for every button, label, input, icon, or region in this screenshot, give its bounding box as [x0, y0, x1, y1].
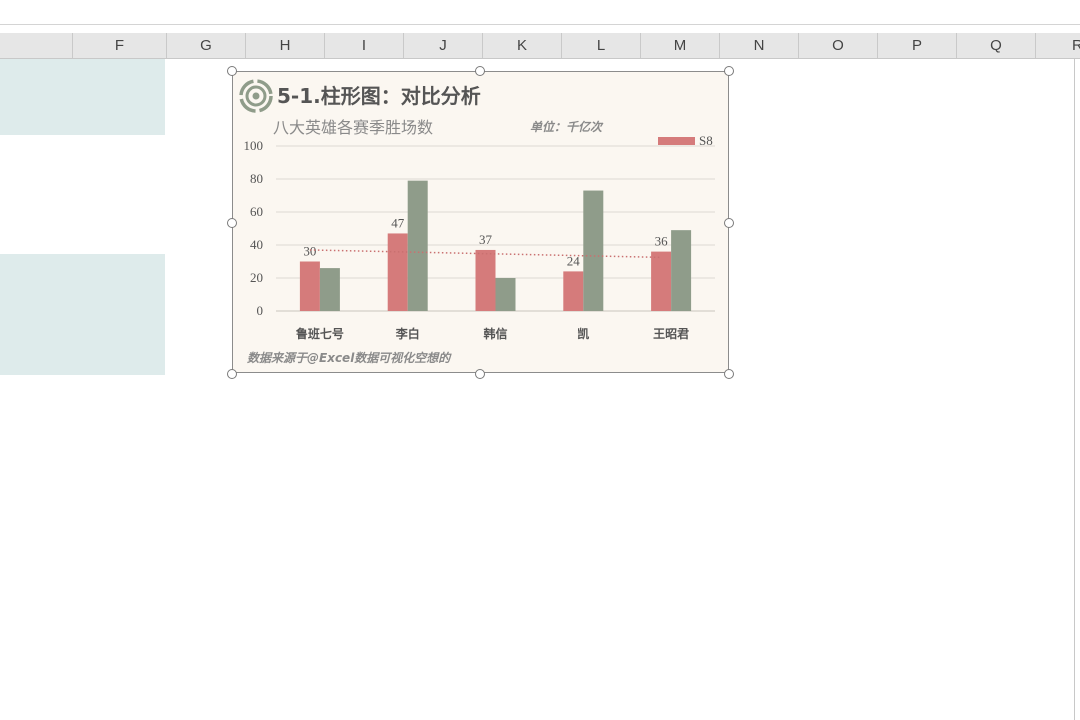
y-tick-label: 0	[257, 303, 264, 318]
resize-handle-top-left[interactable]	[227, 66, 237, 76]
data-label: 36	[655, 234, 669, 249]
column-header-row: F G H I J K L M N O P Q R	[0, 33, 1080, 59]
resize-handle-bottom-middle[interactable]	[475, 369, 485, 379]
y-tick-label: 100	[244, 138, 264, 153]
y-tick-label: 40	[250, 237, 263, 252]
bar-series-1[interactable]	[651, 251, 672, 311]
column-header-f[interactable]: F	[72, 33, 166, 58]
bar-series-1[interactable]	[475, 249, 496, 311]
column-header-m[interactable]: M	[640, 33, 719, 58]
resize-handle-top-middle[interactable]	[475, 66, 485, 76]
column-header-r[interactable]: R	[1035, 33, 1080, 58]
column-header-j[interactable]: J	[403, 33, 482, 58]
column-header-n[interactable]: N	[719, 33, 798, 58]
bar-series-2[interactable]	[407, 180, 428, 311]
resize-handle-bottom-right[interactable]	[724, 369, 734, 379]
bar-series-2[interactable]	[319, 268, 340, 311]
x-tick-label: 李白	[395, 326, 420, 341]
plot-area[interactable]: 020406080100鲁班七号30李白47韩信37凯24王昭君36	[233, 72, 728, 372]
resize-handle-bottom-left[interactable]	[227, 369, 237, 379]
bar-series-1[interactable]	[299, 261, 320, 312]
y-tick-label: 60	[250, 204, 263, 219]
column-header-q[interactable]: Q	[956, 33, 1035, 58]
bar-series-2[interactable]	[495, 278, 516, 311]
data-source-note: 数据来源于@Excel数据可视化空想的	[247, 351, 451, 365]
x-tick-label: 凯	[577, 326, 589, 341]
data-label: 30	[303, 244, 316, 259]
formula-bar-area	[0, 0, 1080, 25]
column-header-p[interactable]: P	[877, 33, 956, 58]
column-header-o[interactable]: O	[798, 33, 877, 58]
column-header-blank[interactable]	[0, 33, 72, 58]
x-tick-label: 韩信	[483, 326, 507, 341]
data-label: 37	[479, 232, 493, 247]
bar-series-1[interactable]	[387, 233, 408, 311]
resize-handle-middle-right[interactable]	[724, 218, 734, 228]
bar-series-2[interactable]	[671, 230, 692, 311]
y-tick-label: 20	[250, 270, 263, 285]
column-header-i[interactable]: I	[324, 33, 403, 58]
resize-handle-top-right[interactable]	[724, 66, 734, 76]
chart-object[interactable]: 5-1.柱形图：对比分析 八大英雄各赛季胜场数 单位：千亿次 S8 0 20 40 6…	[232, 71, 729, 373]
filled-cell-range[interactable]	[0, 254, 165, 375]
bar-series-2[interactable]	[583, 190, 604, 311]
y-tick-label: 80	[250, 171, 263, 186]
resize-handle-middle-left[interactable]	[227, 218, 237, 228]
bar-series-1[interactable]	[563, 271, 584, 311]
column-header-h[interactable]: H	[245, 33, 324, 58]
vertical-scrollbar[interactable]	[1074, 59, 1080, 720]
column-header-k[interactable]: K	[482, 33, 561, 58]
data-label: 47	[391, 215, 405, 230]
column-header-g[interactable]: G	[166, 33, 245, 58]
column-header-l[interactable]: L	[561, 33, 640, 58]
filled-cell-range[interactable]	[0, 59, 165, 135]
x-tick-label: 鲁班七号	[295, 326, 344, 341]
x-tick-label: 王昭君	[653, 327, 689, 341]
